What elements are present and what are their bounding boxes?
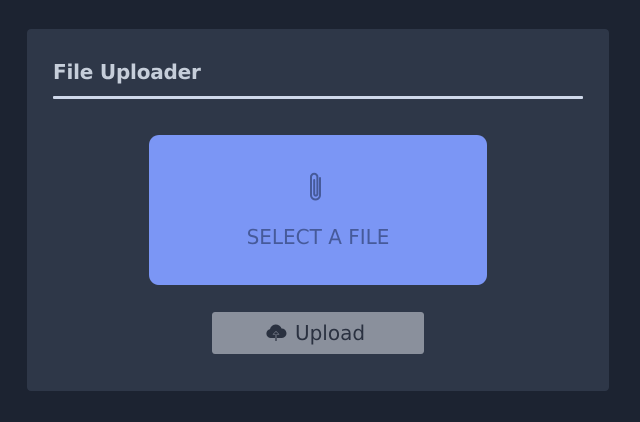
upload-button[interactable]: Upload <box>212 312 424 354</box>
upload-button-label: Upload <box>294 321 366 345</box>
select-file-dropzone[interactable]: SELECT A FILE <box>149 135 487 285</box>
select-file-label: SELECT A FILE <box>246 225 390 249</box>
title-divider <box>53 96 583 99</box>
cloud-upload-icon <box>266 324 287 341</box>
card-title: File Uploader <box>53 60 201 84</box>
file-uploader-card: File Uploader SELECT A FILE Upload <box>27 29 609 391</box>
paperclip-icon <box>310 172 321 201</box>
